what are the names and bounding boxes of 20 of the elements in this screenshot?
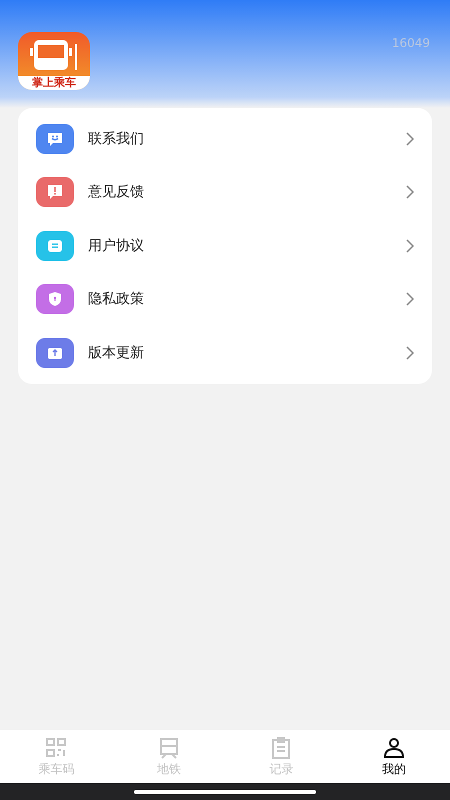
logo-text: 掌上乘车 (18, 76, 90, 90)
chevron-right-icon (406, 238, 414, 253)
tab[interactable]: 我的 (338, 730, 450, 783)
chevron-right-icon (406, 292, 414, 306)
chevron-right-icon (406, 132, 414, 146)
chevron-right-icon (406, 346, 414, 360)
menu-label: 用户协议 (88, 236, 145, 255)
menu-item[interactable]: 联系我们 (18, 112, 432, 166)
menu-label: 意见反馈 (88, 183, 145, 202)
person-icon (382, 736, 406, 760)
menu-item[interactable]: 版本更新 (18, 326, 432, 380)
menu-label: 版本更新 (88, 344, 145, 362)
chevron-right-icon (406, 185, 414, 200)
menu-label: 隐私政策 (88, 290, 145, 308)
user-id: 16049 (392, 36, 430, 50)
qr-code-icon (44, 736, 68, 760)
menu-item[interactable]: 用户协议 (18, 219, 432, 272)
menu-item[interactable]: 意见反馈 (18, 166, 432, 219)
menu-item[interactable]: 隐私政策 (18, 272, 432, 326)
menu-label: 联系我们 (88, 130, 145, 148)
